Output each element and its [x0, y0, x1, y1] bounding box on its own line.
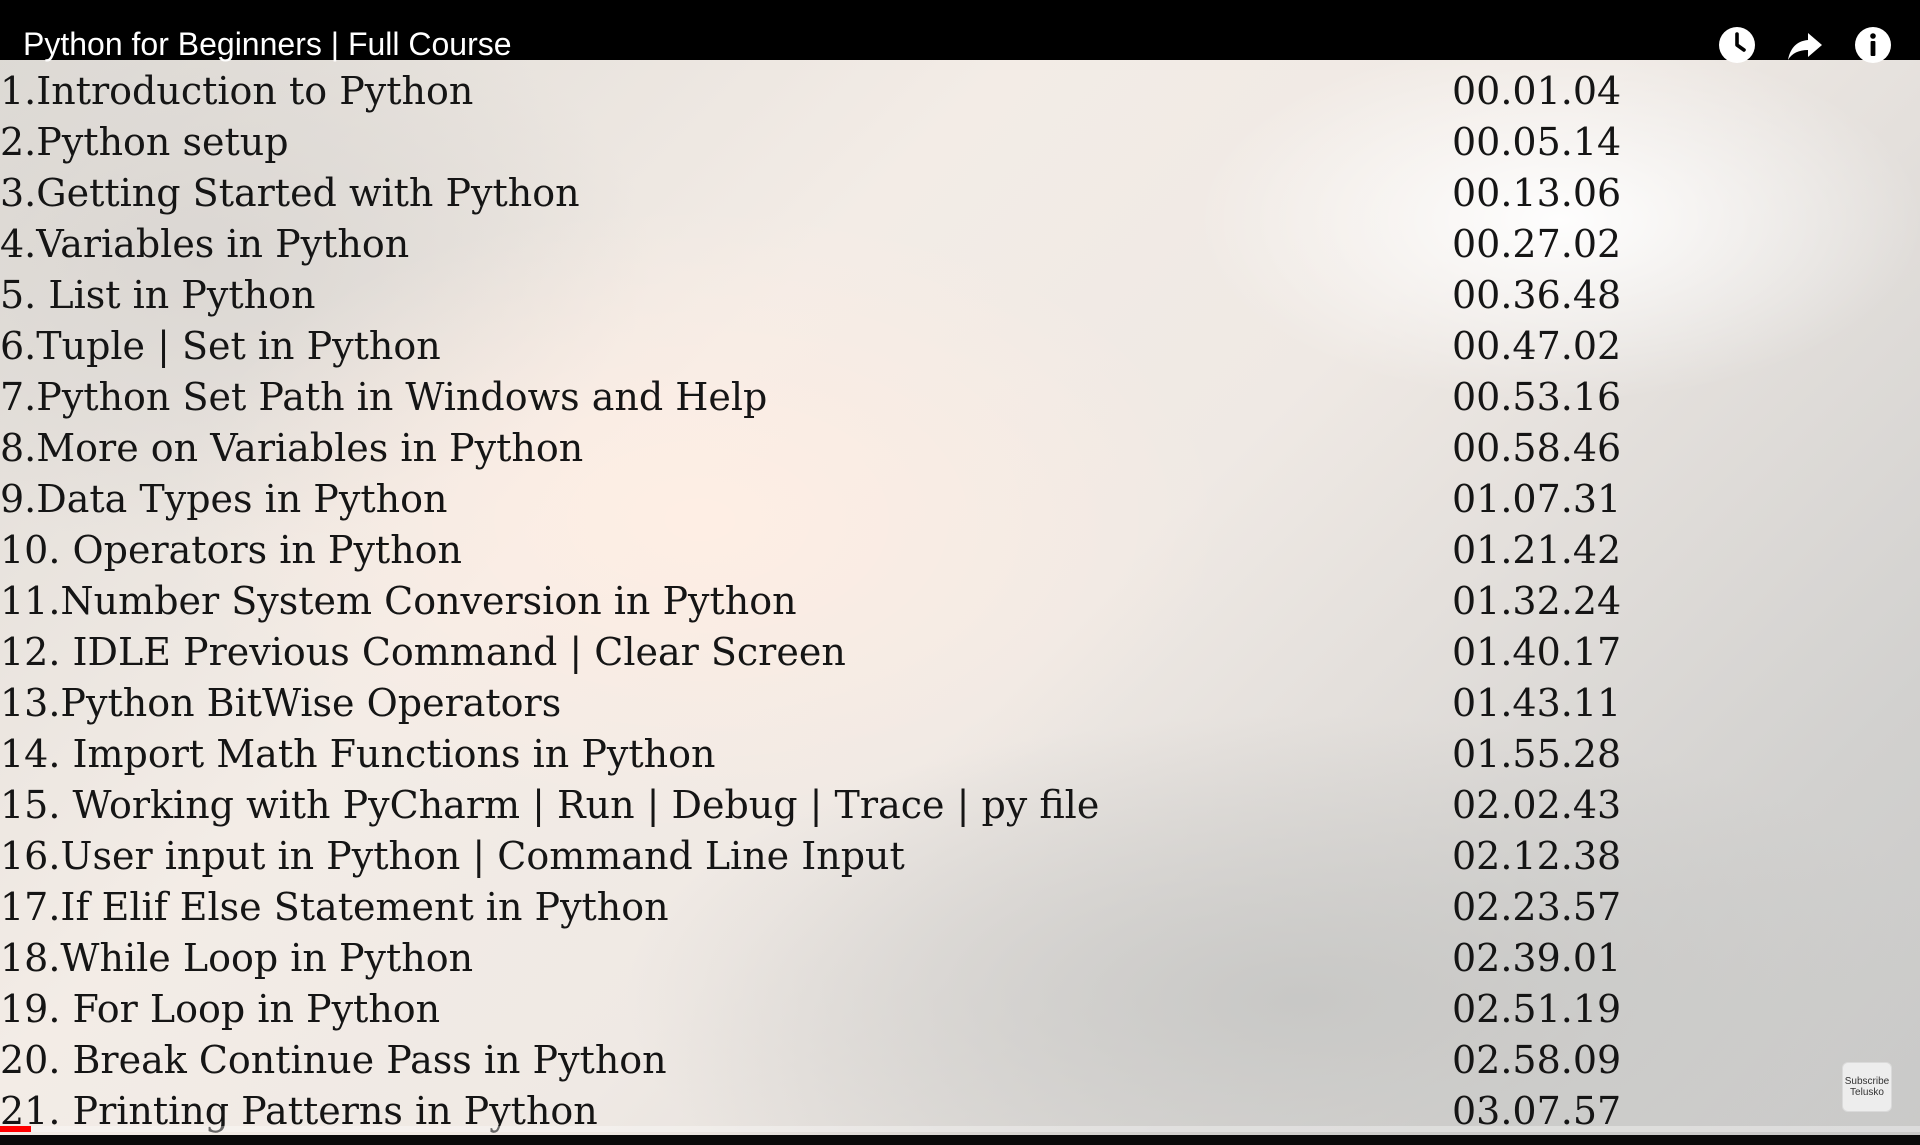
- progress-bar-area[interactable]: [0, 1122, 1920, 1145]
- chapter-row: 8.More on Variables in Python 00.58.46: [0, 423, 1680, 474]
- subscribe-label: Subscribe: [1844, 1076, 1890, 1087]
- chapter-row: 17.If Elif Else Statement in Python 02.23…: [0, 882, 1680, 933]
- chapter-row: 14. Import Math Functions in Python 01.55…: [0, 729, 1680, 780]
- chapter-row: 20. Break Continue Pass in Python 02.58.0…: [0, 1035, 1680, 1086]
- chapter-timestamp: 02.02.43: [1452, 783, 1622, 827]
- progress-played: [0, 1126, 31, 1132]
- chapter-row: 11.Number System Conversion in Python 01.…: [0, 576, 1680, 627]
- chapter-title: 17.If Elif Else Statement in Python: [0, 885, 669, 929]
- chapter-timestamp: 02.23.57: [1452, 885, 1622, 929]
- chapter-row: 1.Introduction to Python 00.01.04: [0, 66, 1680, 117]
- chapter-row: 16.User input in Python | Command Line I…: [0, 831, 1680, 882]
- chapter-title: 8.More on Variables in Python: [0, 426, 584, 470]
- chapter-title: 10. Operators in Python: [0, 528, 463, 572]
- chapter-timestamp: 01.40.17: [1452, 630, 1622, 674]
- chapter-timestamp: 00.53.16: [1452, 375, 1622, 419]
- chapter-timestamp: 02.39.01: [1452, 936, 1622, 980]
- chapter-row: 12. IDLE Previous Command | Clear Screen…: [0, 627, 1680, 678]
- chapter-timestamp: 02.51.19: [1452, 987, 1622, 1031]
- chapter-row: 10. Operators in Python 01.21.42: [0, 525, 1680, 576]
- chapter-row: 9.Data Types in Python 01.07.31: [0, 474, 1680, 525]
- subscribe-watermark-button[interactable]: Subscribe Telusko: [1842, 1062, 1892, 1112]
- chapter-timestamp: 01.55.28: [1452, 732, 1622, 776]
- chapter-row: 5. List in Python 00.36.48: [0, 270, 1680, 321]
- chapter-timestamp: 00.13.06: [1452, 171, 1622, 215]
- chapter-title: 18.While Loop in Python: [0, 936, 474, 980]
- video-title[interactable]: Python for Beginners | Full Course: [23, 24, 512, 64]
- chapter-row: 4.Variables in Python 00.27.02: [0, 219, 1680, 270]
- chapter-timestamp: 00.27.02: [1452, 222, 1622, 266]
- chapter-timestamp: 00.01.04: [1452, 69, 1622, 113]
- chapter-title: 3.Getting Started with Python: [0, 171, 580, 215]
- clock-icon[interactable]: [1716, 24, 1758, 66]
- chapter-list: 1.Introduction to Python 00.01.04 2.Python…: [0, 66, 1680, 1137]
- chapter-row: 6.Tuple | Set in Python 00.47.02: [0, 321, 1680, 372]
- chapter-timestamp: 02.58.09: [1452, 1038, 1622, 1082]
- chapter-title: 16.User input in Python | Command Line I…: [0, 834, 905, 878]
- chapter-timestamp: 00.58.46: [1452, 426, 1622, 470]
- chapter-title: 4.Variables in Python: [0, 222, 410, 266]
- chapter-timestamp: 01.32.24: [1452, 579, 1622, 623]
- player-controls-strip: [0, 1135, 1920, 1145]
- chapter-row: 15. Working with PyCharm | Run | Debug |…: [0, 780, 1680, 831]
- chapter-row: 7.Python Set Path in Windows and Help 00.…: [0, 372, 1680, 423]
- share-arrow-icon[interactable]: [1784, 24, 1826, 66]
- chapter-title: 5. List in Python: [0, 273, 316, 317]
- chapter-title: 7.Python Set Path in Windows and Help: [0, 375, 768, 419]
- chapter-title: 6.Tuple | Set in Python: [0, 324, 441, 368]
- chapter-timestamp: 01.43.11: [1452, 681, 1622, 725]
- chapter-title: 20. Break Continue Pass in Python: [0, 1038, 667, 1082]
- chapter-row: 2.Python setup 00.05.14: [0, 117, 1680, 168]
- chapter-title: 13.Python BitWise Operators: [0, 681, 562, 725]
- chapter-row: 3.Getting Started with Python 00.13.06: [0, 168, 1680, 219]
- chapter-row: 18.While Loop in Python 02.39.01: [0, 933, 1680, 984]
- chapter-title: 19. For Loop in Python: [0, 987, 441, 1031]
- chapter-timestamp: 00.36.48: [1452, 273, 1622, 317]
- chapter-timestamp: 02.12.38: [1452, 834, 1622, 878]
- progress-bar[interactable]: [0, 1126, 1920, 1132]
- info-icon[interactable]: [1852, 24, 1894, 66]
- chapter-title: 9.Data Types in Python: [0, 477, 448, 521]
- chapter-timestamp: 00.47.02: [1452, 324, 1622, 368]
- chapter-title: 11.Number System Conversion in Python: [0, 579, 797, 623]
- chapter-row: 13.Python BitWise Operators 01.43.11: [0, 678, 1680, 729]
- chapter-title: 2.Python setup: [0, 120, 289, 164]
- chapter-title: 12. IDLE Previous Command | Clear Screen: [0, 630, 846, 674]
- channel-label: Telusko: [1850, 1087, 1884, 1098]
- player-top-bar: Python for Beginners | Full Course: [0, 0, 1920, 63]
- video-player[interactable]: Python for Beginners | Full Course 1.Int…: [0, 0, 1920, 1145]
- chapter-row: 19. For Loop in Python 02.51.19: [0, 984, 1680, 1035]
- chapter-title: 1.Introduction to Python: [0, 69, 474, 113]
- chapter-timestamp: 01.07.31: [1452, 477, 1622, 521]
- chapter-title: 15. Working with PyCharm | Run | Debug |…: [0, 783, 1100, 827]
- chapter-timestamp: 01.21.42: [1452, 528, 1622, 572]
- chapter-title: 14. Import Math Functions in Python: [0, 732, 716, 776]
- chapter-timestamp: 00.05.14: [1452, 120, 1622, 164]
